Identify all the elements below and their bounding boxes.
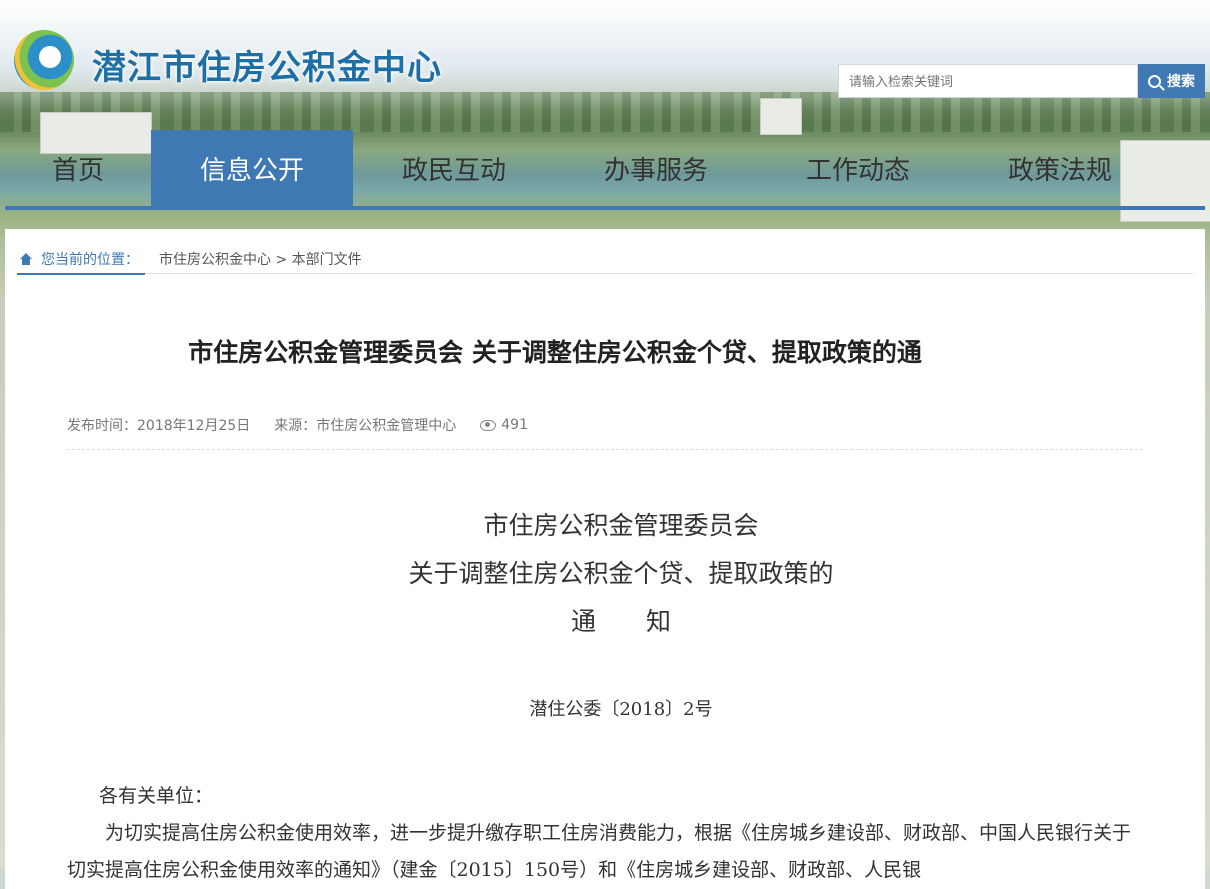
nav-item-services[interactable]: 办事服务 bbox=[555, 130, 757, 206]
site-logo-icon[interactable] bbox=[14, 30, 74, 90]
doc-heading-line-3: 通 知 bbox=[570, 607, 671, 636]
nav-item-news[interactable]: 工作动态 bbox=[757, 130, 959, 206]
article-source: 来源：市住房公积金管理中心 bbox=[274, 418, 457, 434]
doc-number: 潜住公委〔2018〕2号 bbox=[529, 699, 713, 720]
doc-salutation: 各有关单位： bbox=[99, 785, 214, 807]
breadcrumb-current-label: 您当前的位置： bbox=[17, 245, 145, 275]
doc-heading-line-2: 关于调整住房公积金个贷、提取政策的 bbox=[408, 559, 834, 588]
tree-line-decoration bbox=[0, 92, 1210, 132]
search-button[interactable]: 搜索 bbox=[1138, 64, 1205, 98]
search-input[interactable] bbox=[838, 64, 1138, 98]
doc-paragraph: 为切实提高住房公积金使用效率，进一步提升缴存职工住房消费能力，根据《住房城乡建设… bbox=[67, 822, 1132, 881]
site-title[interactable]: 潜江市住房公积金中心 bbox=[92, 40, 442, 89]
view-count: 491 bbox=[501, 417, 528, 433]
main-nav: 首页 信息公开 政民互动 办事服务 工作动态 政策法规 bbox=[5, 130, 1205, 210]
meta-divider bbox=[67, 449, 1143, 450]
publish-time: 发布时间：2018年12月25日 bbox=[67, 418, 251, 434]
article-meta: 发布时间：2018年12月25日 来源：市住房公积金管理中心 491 bbox=[67, 415, 552, 435]
article-title: 市住房公积金管理委员会 关于调整住房公积金个贷、提取政策的通 bbox=[188, 338, 922, 367]
search-button-label: 搜索 bbox=[1167, 73, 1195, 89]
doc-heading-line-1: 市住房公积金管理委员会 bbox=[483, 511, 759, 540]
search-icon bbox=[1148, 74, 1161, 88]
nav-item-info-disclosure[interactable]: 信息公开 bbox=[151, 130, 353, 206]
breadcrumb-here-text: 您当前的位置： bbox=[41, 251, 139, 268]
nav-item-interaction[interactable]: 政民互动 bbox=[353, 130, 555, 206]
content-panel: 您当前的位置： 市住房公积金中心 > 本部门文件 市住房公积金管理委员会 关于调… bbox=[5, 229, 1205, 889]
nav-item-home[interactable]: 首页 bbox=[5, 130, 151, 206]
eye-icon bbox=[480, 419, 497, 431]
breadcrumb: 您当前的位置： 市住房公积金中心 > 本部门文件 bbox=[17, 245, 1193, 275]
nav-item-policies[interactable]: 政策法规 bbox=[959, 130, 1161, 206]
home-icon bbox=[19, 252, 33, 265]
breadcrumb-path-link[interactable]: 市住房公积金中心 > 本部门文件 bbox=[159, 249, 362, 269]
